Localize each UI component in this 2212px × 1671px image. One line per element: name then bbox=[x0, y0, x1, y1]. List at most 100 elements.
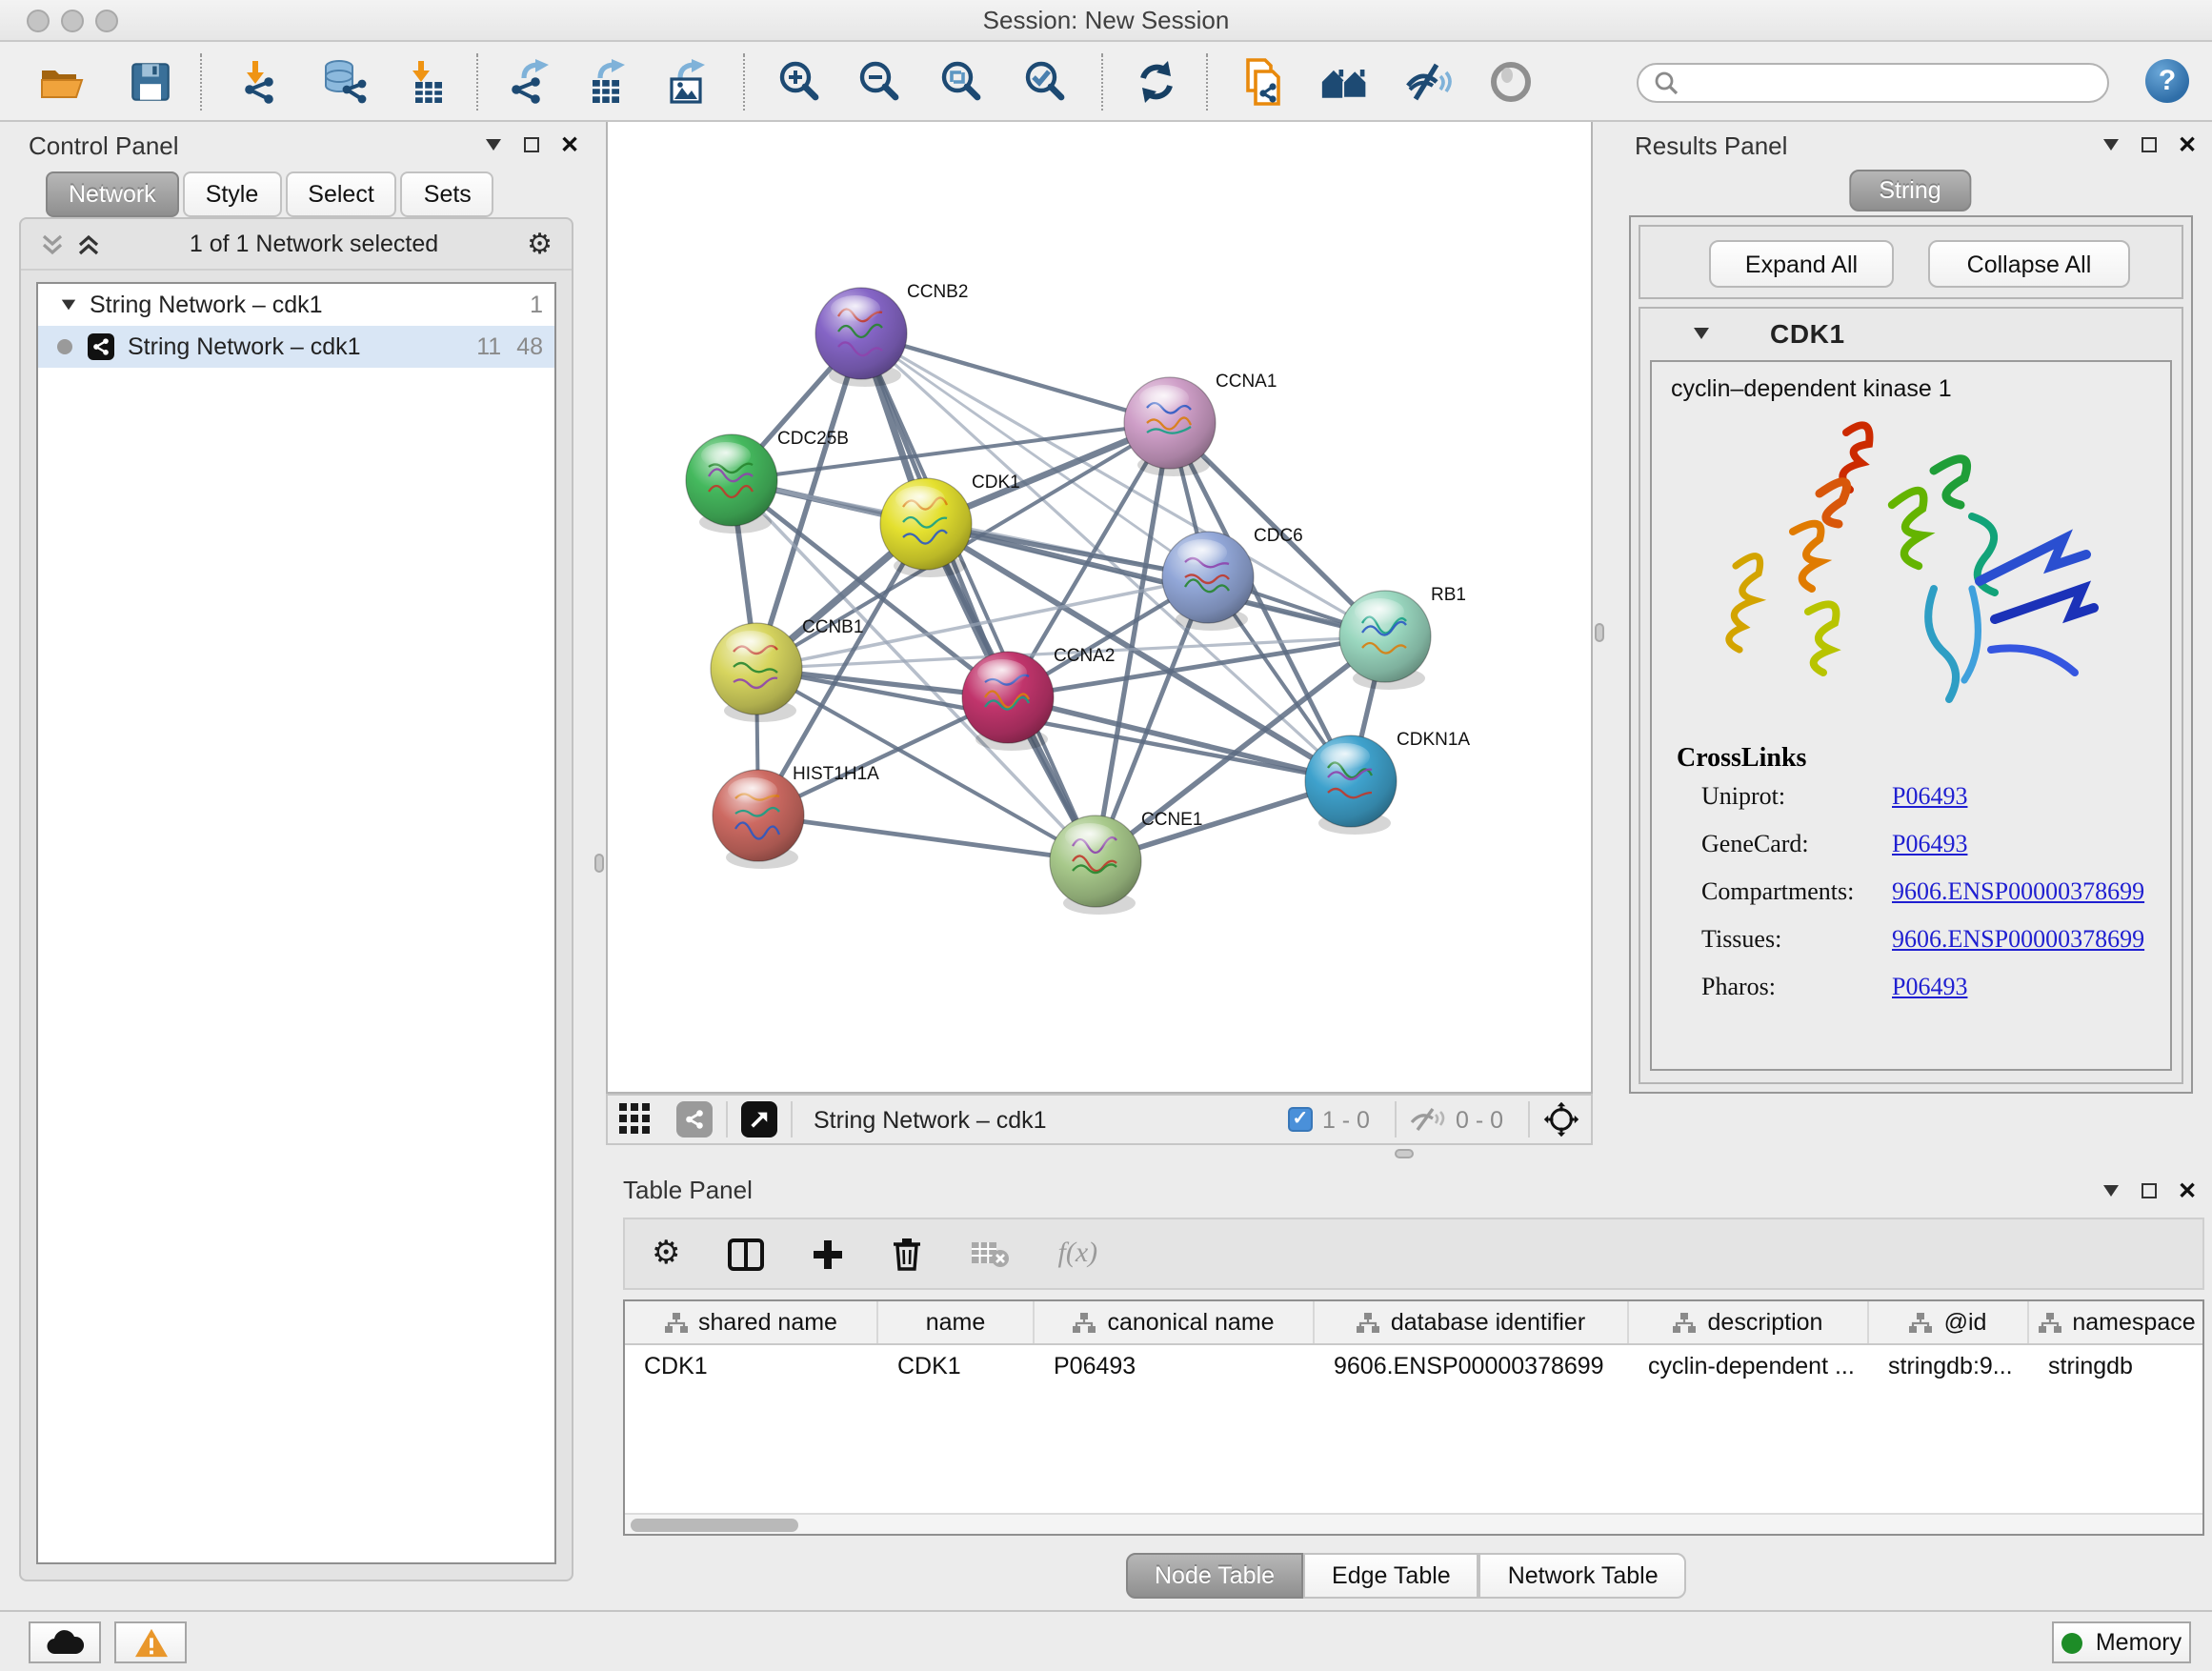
results-panel-header: Results Panel ✕ bbox=[1608, 122, 2212, 160]
close-panel-icon[interactable]: ✕ bbox=[2174, 1177, 2201, 1203]
panel-menu-icon[interactable] bbox=[2098, 131, 2124, 158]
column-header-canonical-name[interactable]: canonical name bbox=[1035, 1301, 1315, 1343]
float-panel-icon[interactable] bbox=[2136, 131, 2162, 158]
network-row-selected[interactable]: String Network – cdk1 11 48 bbox=[38, 326, 554, 368]
table-cell[interactable]: cyclin-dependent ... bbox=[1629, 1345, 1869, 1385]
tab-sets[interactable]: Sets bbox=[401, 171, 494, 217]
tree-expander-icon[interactable] bbox=[62, 300, 75, 311]
search-icon bbox=[1654, 70, 1679, 95]
column-header-database-identifier[interactable]: database identifier bbox=[1315, 1301, 1629, 1343]
delete-column-trash-icon[interactable] bbox=[893, 1237, 923, 1271]
warning-status-button[interactable] bbox=[114, 1621, 187, 1663]
show-columns-icon[interactable] bbox=[729, 1238, 765, 1270]
column-header-shared-name[interactable]: shared name bbox=[625, 1301, 878, 1343]
open-session-button[interactable] bbox=[38, 57, 88, 107]
table-row[interactable]: CDK1CDK1P064939606.ENSP00000378699cyclin… bbox=[625, 1345, 2202, 1385]
table-cell[interactable]: stringdb bbox=[2029, 1345, 2204, 1385]
import-network-from-file-button[interactable] bbox=[236, 57, 286, 107]
network-list-subheader: 1 of 1 Network selected ⚙ bbox=[21, 219, 572, 271]
network-collection-row[interactable]: String Network – cdk1 1 bbox=[38, 284, 554, 326]
apply-layout-button[interactable] bbox=[1132, 57, 1181, 107]
memory-button[interactable]: Memory bbox=[2052, 1621, 2191, 1663]
crosshair-icon[interactable] bbox=[1543, 1101, 1579, 1137]
toolbar-separator bbox=[200, 53, 202, 111]
horizontal-scrollbar[interactable] bbox=[625, 1513, 2202, 1534]
table-cell[interactable]: P06493 bbox=[1035, 1345, 1315, 1385]
close-panel-icon[interactable]: ✕ bbox=[556, 131, 583, 158]
crosslink-value-link[interactable]: 9606.ENSP00000378699 bbox=[1892, 876, 2144, 907]
birds-eye-view-icon[interactable] bbox=[741, 1101, 777, 1137]
tab-node-table[interactable]: Node Table bbox=[1126, 1553, 1303, 1599]
export-image-button[interactable] bbox=[663, 57, 713, 107]
panel-menu-icon[interactable] bbox=[2098, 1177, 2124, 1203]
table-panel-title: Table Panel bbox=[623, 1176, 753, 1204]
collapse-all-icon[interactable] bbox=[40, 232, 65, 256]
grid-view-icon[interactable] bbox=[619, 1103, 652, 1136]
table-body: CDK1CDK1P064939606.ENSP00000378699cyclin… bbox=[625, 1345, 2202, 1385]
export-table-icon bbox=[585, 59, 631, 105]
zoom-selected-icon bbox=[1023, 59, 1069, 105]
crosslink-value-link[interactable]: P06493 bbox=[1892, 972, 1967, 1002]
scrollbar-thumb[interactable] bbox=[631, 1519, 798, 1532]
houses-icon bbox=[1320, 61, 1370, 103]
crosslink-value-link[interactable]: P06493 bbox=[1892, 829, 1967, 859]
tab-network-table[interactable]: Network Table bbox=[1479, 1553, 1687, 1599]
tab-string[interactable]: String bbox=[1848, 170, 1971, 211]
table-settings-gear-icon[interactable]: ⚙ bbox=[652, 1235, 681, 1273]
tab-edge-table[interactable]: Edge Table bbox=[1303, 1553, 1479, 1599]
string-home-button[interactable] bbox=[1320, 57, 1370, 107]
network-share-view-icon[interactable] bbox=[676, 1101, 713, 1137]
column-header-description[interactable]: description bbox=[1629, 1301, 1869, 1343]
float-panel-icon[interactable] bbox=[2136, 1177, 2162, 1203]
help-button[interactable]: ? bbox=[2145, 59, 2189, 103]
column-header-namespace[interactable]: namespace bbox=[2029, 1301, 2204, 1343]
bottom-splitter-handle[interactable] bbox=[1395, 1149, 1414, 1158]
column-header--id[interactable]: @id bbox=[1869, 1301, 2029, 1343]
protein-card-header[interactable]: CDK1 bbox=[1640, 309, 2182, 356]
zoom-fit-button[interactable] bbox=[937, 57, 987, 107]
expand-all-icon[interactable] bbox=[76, 232, 101, 256]
import-network-from-database-button[interactable] bbox=[318, 57, 368, 107]
tab-style[interactable]: Style bbox=[183, 171, 282, 217]
inactive-eye-button[interactable] bbox=[1486, 57, 1536, 107]
save-session-button[interactable] bbox=[126, 57, 175, 107]
collapse-section-icon[interactable] bbox=[1694, 327, 1709, 338]
zoom-out-button[interactable] bbox=[855, 57, 905, 107]
network-graph[interactable]: CCNB2CCNA1CDC25BCDK1CDC6RB1CCNB1CCNA2CDK… bbox=[608, 122, 1591, 1090]
table-cell[interactable]: CDK1 bbox=[878, 1345, 1035, 1385]
table-cell[interactable]: CDK1 bbox=[625, 1345, 878, 1385]
float-panel-icon[interactable] bbox=[518, 131, 545, 158]
show-hide-details-button[interactable] bbox=[1404, 57, 1454, 107]
string-results-box: Expand All Collapse All CDK1 cyclin–depe… bbox=[1629, 215, 2193, 1094]
protein-card: CDK1 cyclin–dependent kinase 1 bbox=[1639, 307, 2183, 1084]
table-cell[interactable]: 9606.ENSP00000378699 bbox=[1315, 1345, 1629, 1385]
crosslink-value-link[interactable]: P06493 bbox=[1892, 781, 1967, 812]
network-canvas[interactable]: CCNB2CCNA1CDC25BCDK1CDC6RB1CCNB1CCNA2CDK… bbox=[606, 122, 1593, 1094]
left-splitter-handle[interactable] bbox=[594, 854, 604, 873]
column-header-name[interactable]: name bbox=[878, 1301, 1035, 1343]
table-cell[interactable]: stringdb:9... bbox=[1869, 1345, 2029, 1385]
export-table-button[interactable] bbox=[583, 57, 633, 107]
close-panel-icon[interactable]: ✕ bbox=[2174, 131, 2201, 158]
add-column-icon[interactable] bbox=[813, 1238, 845, 1270]
network-options-gear-icon[interactable]: ⚙ bbox=[527, 227, 553, 261]
protein-structure-image bbox=[1709, 406, 2113, 741]
panel-menu-icon[interactable] bbox=[480, 131, 507, 158]
expand-all-button[interactable]: Expand All bbox=[1709, 240, 1894, 288]
search-input[interactable] bbox=[1688, 70, 2092, 96]
function-builder-icon: f(x) bbox=[1058, 1238, 1098, 1270]
tab-network[interactable]: Network bbox=[46, 171, 179, 217]
clone-network-button[interactable] bbox=[1238, 57, 1288, 107]
zoom-in-button[interactable] bbox=[775, 57, 825, 107]
zoom-selected-button[interactable] bbox=[1021, 57, 1071, 107]
tab-select[interactable]: Select bbox=[285, 171, 397, 217]
network-node-CCNA1: CCNA1 bbox=[1124, 372, 1277, 476]
collapse-all-button[interactable]: Collapse All bbox=[1928, 240, 2130, 288]
right-splitter-handle[interactable] bbox=[1595, 623, 1604, 642]
crosslink-value-link[interactable]: 9606.ENSP00000378699 bbox=[1892, 924, 2144, 955]
column-header-label: @id bbox=[1944, 1309, 1987, 1336]
export-network-button[interactable] bbox=[503, 57, 553, 107]
selected-nodes-checkbox[interactable]: ✓ bbox=[1288, 1107, 1313, 1132]
cloud-status-button[interactable] bbox=[29, 1621, 101, 1663]
import-table-from-file-button[interactable] bbox=[402, 57, 452, 107]
